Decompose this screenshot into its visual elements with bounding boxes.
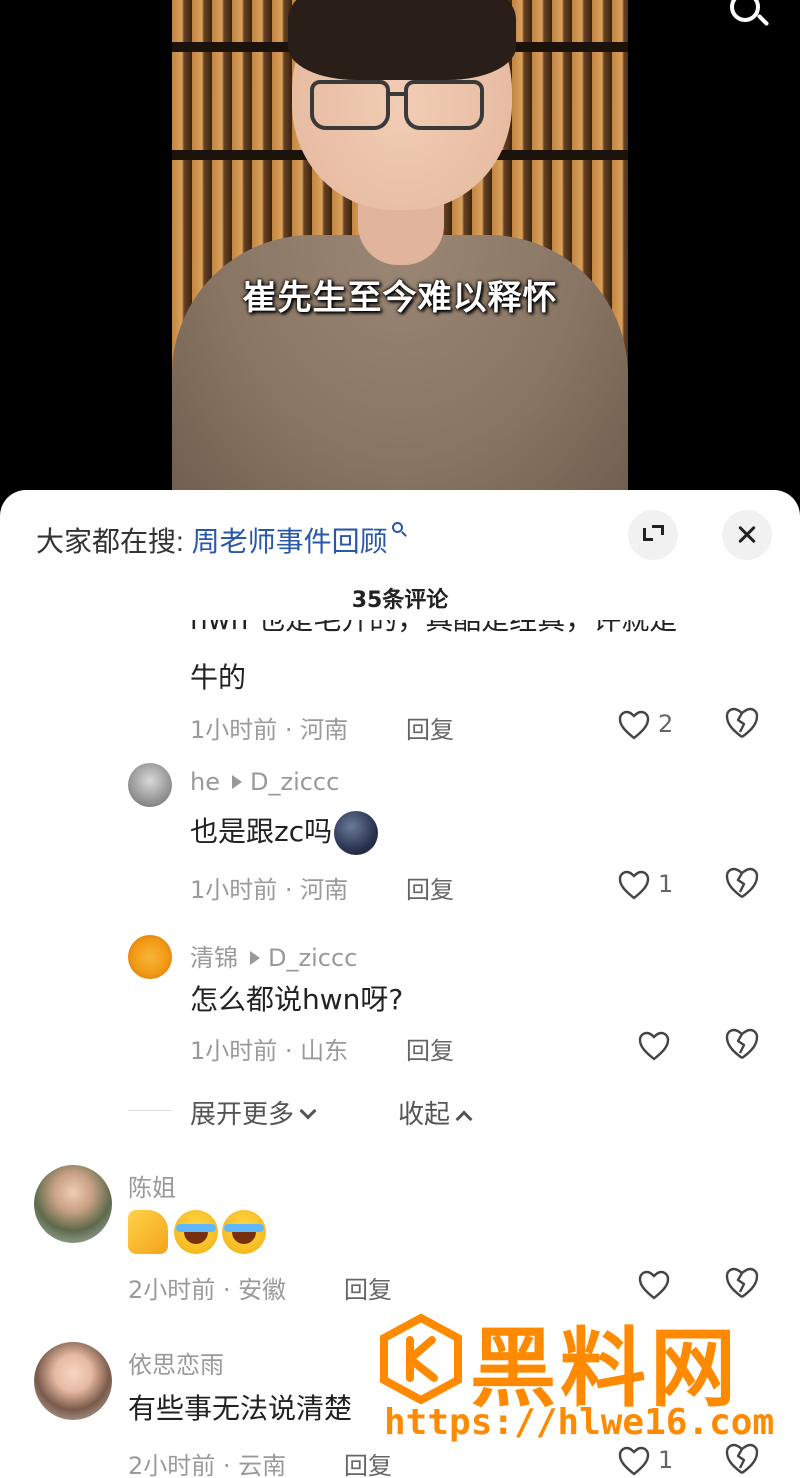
- like-count: 1: [658, 1446, 674, 1474]
- avatar[interactable]: [128, 763, 172, 807]
- glasses-left: [310, 80, 390, 130]
- chevron-down-icon: [299, 1102, 317, 1120]
- search-icon[interactable]: [722, 0, 772, 42]
- close-button[interactable]: [722, 510, 772, 560]
- username[interactable]: he: [190, 768, 220, 796]
- comment-meta: 1小时前 · 山东: [190, 1037, 349, 1065]
- heart-icon: [618, 1446, 650, 1476]
- like-count: 2: [658, 710, 674, 738]
- comment-meta: 1小时前 · 河南: [190, 716, 349, 744]
- avatar[interactable]: [34, 1165, 112, 1243]
- expand-more-label: 展开更多: [190, 1100, 295, 1130]
- broken-heart-icon[interactable]: [724, 866, 760, 900]
- heart-icon: [638, 1031, 670, 1061]
- broken-heart-icon[interactable]: [724, 1266, 760, 1300]
- like-button[interactable]: [638, 1027, 718, 1067]
- laughing-crying-emoji-icon: [174, 1210, 218, 1254]
- reply-username[interactable]: 清锦 D_ziccc: [190, 938, 357, 973]
- reply-arrow-icon: [250, 951, 260, 965]
- comment-text-body: 也是跟zc吗: [190, 815, 333, 848]
- comment-sheet: 大家都在搜: 周老师事件回顾 35条评论 hwn 也是毛开的，真酷是经真，评就是…: [0, 490, 800, 1478]
- reply-arrow-icon: [231, 775, 242, 789]
- hot-search-label: 大家都在搜:: [36, 526, 184, 557]
- expand-button[interactable]: [628, 510, 678, 560]
- heart-icon: [618, 710, 650, 740]
- heart-icon: [638, 1270, 670, 1300]
- comment-meta: 2小时前 · 安徽: [128, 1276, 287, 1304]
- laughing-crying-emoji-icon: [222, 1210, 266, 1254]
- comment-text: 也是跟zc吗: [190, 810, 379, 855]
- video-player[interactable]: 崔先生至今难以释怀: [0, 0, 800, 500]
- like-button[interactable]: 1: [618, 866, 698, 906]
- search-icon: [390, 522, 408, 540]
- comment-text: 有些事无法说清楚: [128, 1392, 353, 1425]
- heart-icon: [618, 870, 650, 900]
- comment-text: 牛的: [190, 661, 247, 694]
- reply-button[interactable]: 回复: [344, 1270, 392, 1305]
- chevron-up-icon: [455, 1110, 473, 1128]
- like-button[interactable]: 1: [618, 1442, 698, 1478]
- comment-meta: 2小时前 · 云南: [128, 1452, 287, 1478]
- broken-heart-icon[interactable]: [724, 1027, 760, 1061]
- comment-text-partial: hwn 也是毛开的，真酷是经真，评就是: [190, 620, 677, 638]
- comment-list[interactable]: hwn 也是毛开的，真酷是经真，评就是 牛的 1小时前 · 河南 回复 2 he…: [0, 620, 800, 1478]
- reply-button[interactable]: 回复: [406, 870, 454, 905]
- reply-username[interactable]: he D_ziccc: [190, 768, 339, 796]
- video-frame: [172, 0, 628, 500]
- hot-search-term[interactable]: 周老师事件回顾: [192, 526, 388, 557]
- broken-heart-icon[interactable]: [724, 1442, 760, 1476]
- presenter-hair: [288, 0, 516, 80]
- comment-meta: 1小时前 · 河南: [190, 876, 349, 904]
- replies-toggle-row: 展开更多 收起: [0, 1090, 800, 1130]
- username[interactable]: 陈姐: [128, 1168, 176, 1203]
- expand-more-button[interactable]: 展开更多: [190, 1094, 317, 1131]
- avatar[interactable]: [128, 935, 172, 979]
- username[interactable]: 清锦: [190, 944, 238, 972]
- reply-to-username[interactable]: D_ziccc: [268, 944, 357, 972]
- like-count: 1: [658, 870, 674, 898]
- like-button[interactable]: [638, 1266, 718, 1306]
- collapse-label: 收起: [398, 1100, 451, 1130]
- comment-count: 35条评论: [351, 588, 449, 613]
- broken-heart-icon[interactable]: [724, 706, 760, 740]
- reply-button[interactable]: 回复: [344, 1446, 392, 1478]
- collapse-button[interactable]: 收起: [398, 1094, 473, 1131]
- username[interactable]: 依思恋雨: [128, 1345, 224, 1380]
- avatar[interactable]: [34, 1342, 112, 1420]
- hot-search-bar[interactable]: 大家都在搜: 周老师事件回顾: [36, 520, 408, 560]
- thumbs-up-emoji-icon: [128, 1210, 168, 1254]
- reply-button[interactable]: 回复: [406, 710, 454, 745]
- moon-face-emoji-icon: [334, 811, 379, 855]
- comment-text: 怎么都说hwn呀?: [190, 983, 404, 1016]
- reply-button[interactable]: 回复: [406, 1031, 454, 1066]
- divider: [128, 1110, 172, 1111]
- comment-text: [128, 1210, 266, 1254]
- like-button[interactable]: 2: [618, 706, 698, 746]
- glasses-bridge: [386, 92, 408, 96]
- reply-to-username[interactable]: D_ziccc: [250, 768, 339, 796]
- video-subtitle: 崔先生至今难以释怀: [242, 278, 558, 318]
- glasses-right: [404, 80, 484, 130]
